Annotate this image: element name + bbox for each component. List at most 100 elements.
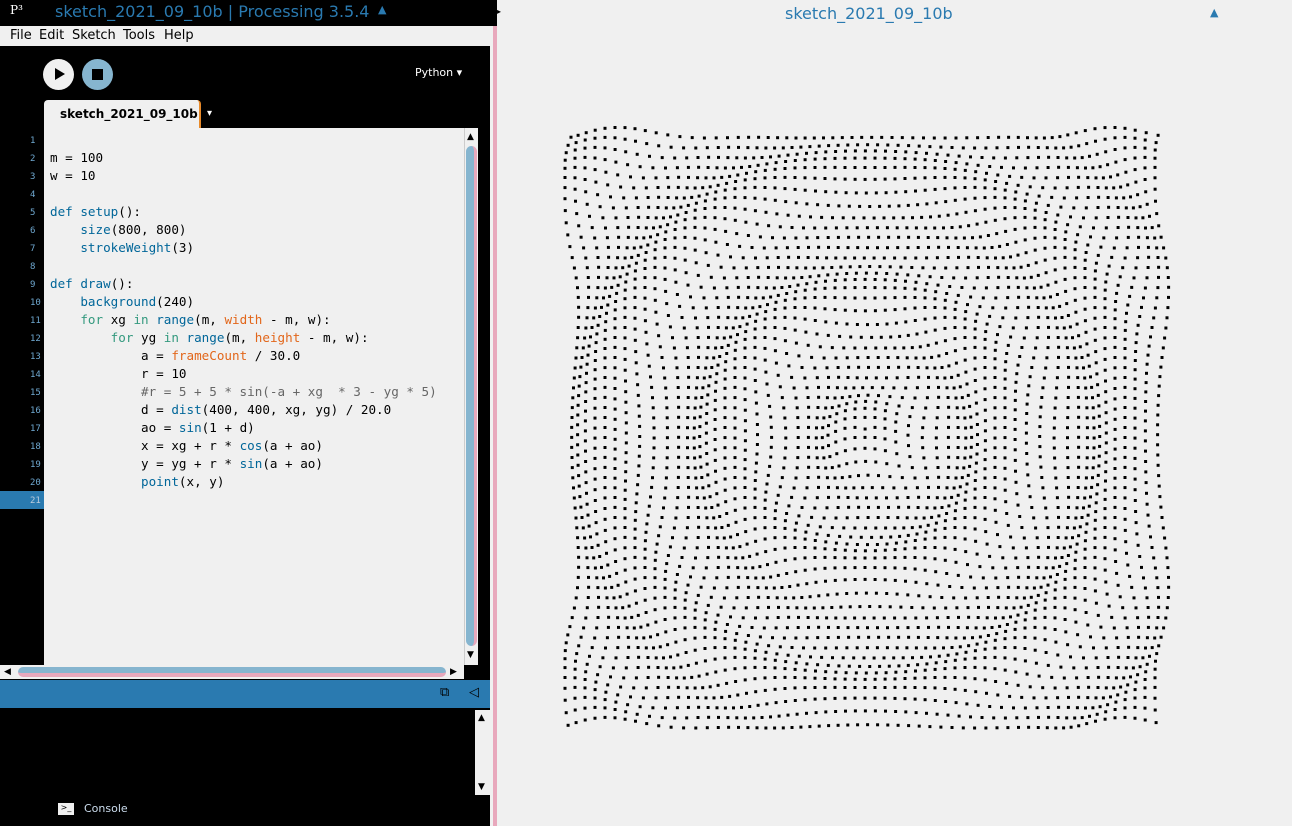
scroll-thumb[interactable] <box>466 146 477 646</box>
maximize-icon[interactable]: ▲ <box>378 3 386 16</box>
point <box>853 549 857 553</box>
menu-help[interactable]: Help <box>164 28 194 43</box>
point <box>573 667 577 671</box>
point <box>1133 156 1137 160</box>
scroll-up-icon[interactable]: ▲ <box>467 132 474 142</box>
point <box>593 477 597 481</box>
point <box>863 446 867 450</box>
point <box>604 646 607 650</box>
line-number: 7 <box>30 244 36 254</box>
point <box>863 156 867 160</box>
code-token: (m, <box>224 330 255 345</box>
point <box>1123 337 1127 341</box>
point <box>1024 431 1028 435</box>
point <box>907 635 911 639</box>
point <box>683 606 687 610</box>
point <box>613 427 617 431</box>
code-line: x = xg + r * cos(a + ao) <box>50 437 323 455</box>
scroll-down-icon[interactable]: ▼ <box>467 650 474 660</box>
point <box>1018 515 1022 518</box>
point <box>763 336 767 339</box>
copy-console-icon[interactable]: ⧉ <box>440 685 449 700</box>
stop-button[interactable] <box>82 59 113 90</box>
point <box>1066 426 1069 430</box>
point <box>1147 524 1151 528</box>
tab-sketch[interactable]: sketch_2021_09_10b <box>44 100 201 128</box>
point <box>666 643 670 647</box>
point <box>1093 546 1097 550</box>
point <box>843 296 847 300</box>
editor-horizontal-scrollbar[interactable]: ◀ ▶ <box>0 665 464 679</box>
point <box>724 360 728 364</box>
scroll-right-icon[interactable]: ▶ <box>450 667 457 677</box>
point <box>875 646 879 650</box>
point <box>966 606 970 610</box>
point <box>947 364 951 368</box>
maximize-icon[interactable]: ▲ <box>1210 6 1218 19</box>
window-menu-icon[interactable]: ▸ <box>497 7 501 16</box>
point <box>814 189 817 193</box>
console-tab[interactable]: >_ Console <box>58 802 128 815</box>
point <box>813 157 817 161</box>
console-scrollbar[interactable]: ▲ ▼ <box>475 710 490 795</box>
point <box>906 593 910 597</box>
mode-selector[interactable]: Python ▾ <box>415 66 462 79</box>
point <box>1012 166 1015 170</box>
line-number: 4 <box>30 190 36 200</box>
point <box>1136 646 1140 650</box>
menu-edit[interactable]: Edit <box>39 28 64 43</box>
scroll-down-icon[interactable]: ▼ <box>478 782 485 792</box>
editor-vertical-scrollbar[interactable]: ▲ ▼ <box>464 128 478 665</box>
collapse-icon[interactable]: ◁ <box>469 685 479 700</box>
point <box>675 293 679 296</box>
scroll-up-icon[interactable]: ▲ <box>478 713 485 723</box>
point <box>1006 576 1010 580</box>
menu-tools[interactable]: Tools <box>123 28 155 43</box>
point <box>1036 566 1040 569</box>
point <box>796 583 800 587</box>
point <box>685 686 689 690</box>
tab-menu-arrow[interactable]: ▾ <box>207 108 212 119</box>
point <box>1123 715 1127 719</box>
point <box>1093 566 1097 570</box>
point <box>934 521 938 525</box>
point <box>907 365 911 369</box>
point <box>1078 645 1082 649</box>
point <box>905 516 909 520</box>
point <box>1059 205 1063 209</box>
point <box>863 696 867 700</box>
point <box>652 426 656 430</box>
point <box>1003 436 1007 440</box>
menu-file[interactable]: File <box>10 28 32 43</box>
menu-sketch[interactable]: Sketch <box>72 28 116 43</box>
point <box>664 166 667 170</box>
point <box>1023 626 1027 630</box>
point <box>956 493 960 497</box>
point <box>570 425 574 429</box>
point <box>761 296 765 300</box>
point <box>925 366 929 370</box>
point <box>587 575 590 579</box>
point <box>595 576 599 580</box>
run-button[interactable] <box>43 59 74 90</box>
point <box>834 440 838 444</box>
scroll-thumb[interactable] <box>18 667 446 677</box>
point <box>993 638 997 642</box>
point <box>943 558 947 562</box>
point <box>653 558 657 562</box>
point <box>1104 280 1108 284</box>
point <box>603 586 607 590</box>
scroll-left-icon[interactable]: ◀ <box>4 667 11 677</box>
point <box>916 626 920 629</box>
point <box>876 516 880 519</box>
point <box>693 208 697 212</box>
point <box>1083 556 1087 560</box>
point <box>632 626 636 630</box>
point <box>853 416 857 419</box>
point <box>947 504 951 508</box>
point <box>1153 566 1157 570</box>
point <box>1082 366 1085 370</box>
point <box>703 626 707 630</box>
point <box>654 696 658 700</box>
point <box>733 406 737 410</box>
